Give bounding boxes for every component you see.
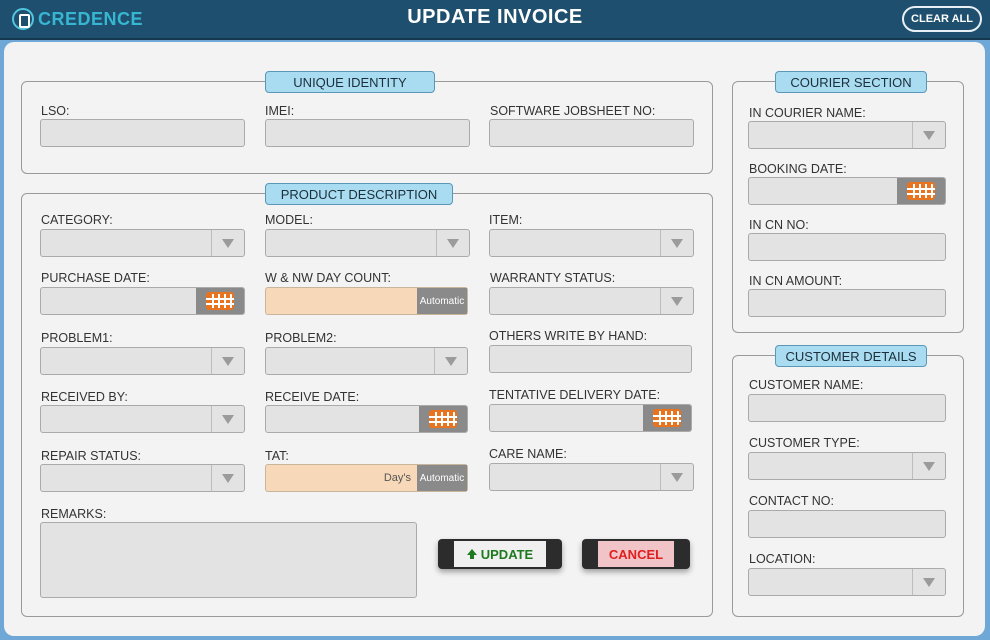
warranty-status-dropdown[interactable] [489, 287, 694, 315]
purchase-date-input[interactable] [40, 287, 245, 315]
tat-label: TAT: [265, 449, 289, 463]
software-jobsheet-input[interactable] [489, 119, 694, 147]
in-cn-no-label: IN CN NO: [749, 218, 809, 232]
receive-date-label: RECEIVE DATE: [265, 390, 360, 404]
lso-input[interactable] [40, 119, 245, 147]
customer-type-label: CUSTOMER TYPE: [749, 436, 860, 450]
remarks-textarea[interactable] [40, 522, 417, 598]
care-name-label: CARE NAME: [489, 447, 567, 461]
calendar-icon[interactable] [897, 178, 945, 204]
lso-label: LSO: [41, 104, 70, 118]
chevron-down-icon [660, 464, 693, 490]
chevron-down-icon [211, 406, 244, 432]
days-unit: Day's [383, 472, 411, 484]
warranty-status-label: WARRANTY STATUS: [490, 271, 616, 285]
clear-all-button[interactable]: CLEAR ALL [902, 6, 982, 32]
chevron-down-icon [211, 348, 244, 374]
unique-identity-section: UNIQUE IDENTITY LSO: IMEI: SOFTWARE JOBS… [21, 71, 713, 174]
in-courier-name-dropdown[interactable] [748, 121, 946, 149]
received-by-label: RECEIVED BY: [41, 390, 128, 404]
chevron-down-icon [211, 465, 244, 491]
automatic-tag: Automatic [417, 465, 467, 491]
tentative-delivery-date-input[interactable] [489, 404, 692, 432]
tentative-delivery-date-label: TENTATIVE DELIVERY DATE: [489, 388, 661, 402]
automatic-tag: Automatic [417, 288, 467, 314]
contact-no-label: CONTACT NO: [749, 494, 834, 508]
item-dropdown[interactable] [489, 229, 694, 257]
contact-no-input[interactable] [748, 510, 946, 538]
repair-status-label: REPAIR STATUS: [41, 449, 142, 463]
in-courier-name-label: IN COURIER NAME: [749, 106, 866, 120]
location-label: LOCATION: [749, 552, 816, 566]
category-label: CATEGORY: [41, 213, 113, 227]
customer-details-section: CUSTOMER DETAILS CUSTOMER NAME: CUSTOMER… [732, 345, 964, 617]
imei-input[interactable] [265, 119, 470, 147]
problem2-dropdown[interactable] [265, 347, 468, 375]
purchase-date-label: PURCHASE DATE: [41, 271, 150, 285]
chevron-down-icon [912, 453, 945, 479]
in-cn-amount-input[interactable] [748, 289, 946, 317]
w-nw-day-count-label: W & NW DAY COUNT: [265, 271, 391, 285]
update-button-label: UPDATE [480, 546, 534, 562]
customer-name-input[interactable] [748, 394, 946, 422]
chevron-down-icon [912, 122, 945, 148]
customer-type-dropdown[interactable] [748, 452, 946, 480]
courier-section-legend: COURIER SECTION [775, 71, 927, 93]
unique-identity-legend: UNIQUE IDENTITY [265, 71, 435, 93]
title-bar: CREDENCE UPDATE INVOICE CLEAR ALL [0, 0, 990, 40]
care-name-dropdown[interactable] [489, 463, 694, 491]
calendar-icon[interactable] [643, 405, 691, 431]
software-jobsheet-label: SOFTWARE JOBSHEET NO: [490, 104, 656, 118]
customer-details-legend: CUSTOMER DETAILS [775, 345, 927, 367]
repair-status-dropdown[interactable] [40, 464, 245, 492]
location-dropdown[interactable] [748, 568, 946, 596]
problem2-label: PROBLEM2: [265, 331, 337, 345]
receive-date-input[interactable] [265, 405, 468, 433]
others-write-label: OTHERS WRITE BY HAND: [489, 329, 648, 343]
model-dropdown[interactable] [265, 229, 470, 257]
in-cn-amount-label: IN CN AMOUNT: [749, 274, 843, 288]
item-label: ITEM: [489, 213, 523, 227]
category-dropdown[interactable] [40, 229, 245, 257]
booking-date-label: BOOKING DATE: [749, 162, 847, 176]
others-write-input[interactable] [489, 345, 692, 373]
product-description-section: PRODUCT DESCRIPTION CATEGORY: MODEL: ITE… [21, 183, 713, 617]
main-panel: UNIQUE IDENTITY LSO: IMEI: SOFTWARE JOBS… [4, 42, 985, 636]
calendar-icon[interactable] [419, 406, 467, 432]
received-by-dropdown[interactable] [40, 405, 245, 433]
cancel-button[interactable]: CANCEL [582, 539, 690, 569]
update-button[interactable]: UPDATE [438, 539, 562, 569]
chevron-down-icon [660, 230, 693, 256]
remarks-label: REMARKS: [41, 507, 107, 521]
page-title: UPDATE INVOICE [407, 6, 583, 28]
tat-field: Day's Automatic [265, 464, 468, 492]
chevron-down-icon [434, 348, 467, 374]
problem1-label: PROBLEM1: [41, 331, 113, 345]
cancel-button-label: CANCEL [608, 546, 664, 562]
chevron-down-icon [436, 230, 469, 256]
customer-name-label: CUSTOMER NAME: [749, 378, 864, 392]
model-label: MODEL: [265, 213, 313, 227]
chevron-down-icon [211, 230, 244, 256]
w-nw-day-count-field: Automatic [265, 287, 468, 315]
problem1-dropdown[interactable] [40, 347, 245, 375]
in-cn-no-input[interactable] [748, 233, 946, 261]
product-description-legend: PRODUCT DESCRIPTION [265, 183, 453, 205]
arrow-up-icon [466, 549, 477, 559]
calendar-icon[interactable] [196, 288, 244, 314]
booking-date-input[interactable] [748, 177, 946, 205]
chevron-down-icon [660, 288, 693, 314]
courier-section: COURIER SECTION IN COURIER NAME: BOOKING… [732, 71, 964, 333]
chevron-down-icon [912, 569, 945, 595]
imei-label: IMEI: [265, 104, 295, 118]
